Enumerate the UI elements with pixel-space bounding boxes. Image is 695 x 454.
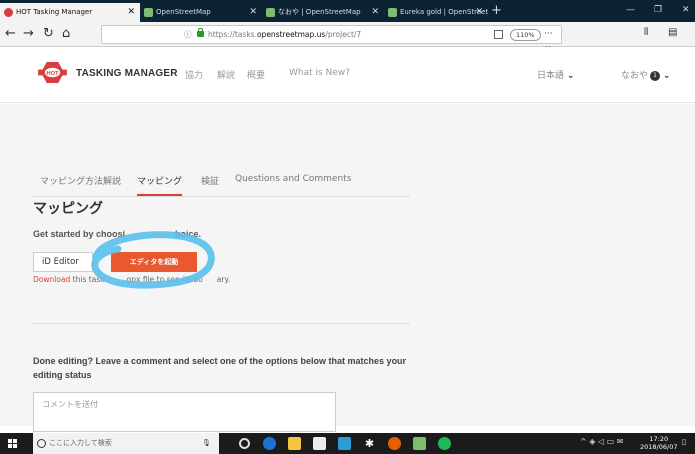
new-tab-button[interactable]: + — [491, 3, 502, 18]
download-gpx-text: Download this task gpx file to see its bo… — [33, 275, 231, 284]
language-selector[interactable]: 日本語 ⌄ — [537, 68, 574, 81]
hot-favicon-icon — [4, 8, 13, 17]
store-icon[interactable] — [313, 437, 326, 450]
close-tab-icon[interactable]: ✕ — [371, 3, 379, 22]
user-menu[interactable]: なおや 1 ⌄ — [621, 68, 670, 81]
done-editing-prompt: Done editing? Leave a comment and select… — [33, 356, 407, 380]
info-icon[interactable]: ⓘ — [184, 26, 192, 43]
tab-label: なおや | OpenStreetMap — [278, 8, 361, 16]
cortana-icon — [37, 439, 46, 448]
taskbar-search[interactable]: ここに入力して検索 🎙 — [33, 433, 219, 454]
system-tray-icons[interactable]: ^ ◈ ◁ ▭ ✉ — [580, 437, 623, 446]
maximize-icon[interactable]: ❐ — [654, 5, 662, 15]
address-bar[interactable]: ⓘ https://tasks.openstreetmap.us/project… — [101, 25, 562, 73]
clock-date: 2018/06/07 — [640, 443, 678, 451]
close-window-icon[interactable]: ✕ — [682, 5, 690, 15]
windows-taskbar: ここに入力して検索 🎙 ✱ ^ ◈ ◁ ▭ ✉ 17:20 2018/06/07… — [0, 433, 695, 454]
clock-time: 17:20 — [649, 435, 669, 443]
hot-logo-icon[interactable]: HOT — [38, 61, 67, 84]
settings-gear-icon[interactable]: ✱ — [363, 437, 376, 450]
zoom-level[interactable]: 110% — [510, 29, 541, 41]
library-icon[interactable]: ⫴ — [644, 27, 648, 38]
tab-label: HOT Tasking Manager — [16, 8, 93, 16]
tab-eureka-gold[interactable]: Eureka gold | OpenStreetMap ✕ — [384, 3, 488, 22]
section-divider — [32, 323, 410, 324]
lock-icon — [197, 28, 204, 37]
back-icon[interactable]: ← — [5, 26, 16, 42]
download-link[interactable]: Download — [33, 275, 70, 284]
reload-icon[interactable]: ↻ — [43, 26, 54, 42]
minimize-icon[interactable]: — — [626, 5, 635, 15]
app-green-icon[interactable] — [413, 437, 426, 450]
tab-validation[interactable]: 検証 — [201, 174, 219, 187]
notifications-icon[interactable]: ▯ — [682, 437, 686, 446]
start-editor-button[interactable]: エディタを起動 — [111, 252, 197, 272]
tab-label: OpenStreetMap — [156, 8, 211, 16]
tab-naoya-openstreetmap[interactable]: なおや | OpenStreetMap ✕ — [262, 3, 384, 22]
osm-favicon-icon — [388, 8, 397, 17]
spotify-icon[interactable] — [438, 437, 451, 450]
close-tab-icon[interactable]: ✕ — [127, 3, 135, 22]
tab-openstreetmap[interactable]: OpenStreetMap ✕ — [140, 3, 262, 22]
nav-contribute[interactable]: 協力 — [185, 68, 203, 81]
tab-instructions[interactable]: マッピング方法解説 — [40, 174, 121, 187]
close-tab-icon[interactable]: ✕ — [475, 3, 483, 22]
task-view-icon[interactable] — [239, 438, 250, 449]
osm-favicon-icon — [266, 8, 275, 17]
project-content: マッピング方法解説 マッピング 検証 Questions and Comment… — [0, 104, 695, 432]
close-tab-icon[interactable]: ✕ — [249, 3, 257, 22]
site-header: HOT TASKING MANAGER 協力 解説 概要 What is New… — [0, 47, 695, 103]
sidebar-icon[interactable]: ▤ — [668, 27, 677, 38]
microphone-icon: 🎙 — [202, 439, 211, 447]
nav-about[interactable]: 概要 — [247, 68, 265, 81]
brand-title[interactable]: TASKING MANAGER — [76, 68, 178, 79]
forward-icon[interactable]: → — [23, 26, 34, 42]
home-icon[interactable]: ⌂ — [62, 26, 70, 42]
edge-browser-icon[interactable] — [263, 437, 276, 450]
svg-text:HOT: HOT — [46, 71, 59, 77]
browser-tabbar: HOT Tasking Manager ✕ OpenStreetMap ✕ なお… — [0, 0, 695, 22]
url-text: https://tasks.openstreetmap.us/project/7 — [208, 30, 362, 39]
editor-select[interactable]: iD Editor — [33, 252, 93, 272]
reader-view-icon[interactable] — [494, 30, 503, 39]
app-icon[interactable] — [338, 437, 351, 450]
comment-input[interactable]: コメントを送付 — [33, 392, 336, 432]
search-placeholder: ここに入力して検索 — [49, 439, 112, 447]
browser-navbar: ← → ↻ ⌂ ⓘ https://tasks.openstreetmap.us… — [0, 22, 695, 73]
tab-questions-comments[interactable]: Questions and Comments — [235, 174, 351, 184]
notification-badge: 1 — [650, 71, 661, 81]
osm-favicon-icon — [144, 8, 153, 17]
firefox-icon[interactable] — [388, 437, 401, 450]
tab-hot-tasking-manager[interactable]: HOT Tasking Manager ✕ — [0, 3, 140, 22]
tab-mapping[interactable]: マッピング — [137, 174, 183, 196]
editor-instructions: Get started by choosi hoice. — [33, 229, 202, 239]
taskbar-clock[interactable]: 17:20 2018/06/07 — [640, 435, 677, 451]
nav-whats-new[interactable]: What is New? — [289, 68, 350, 78]
file-explorer-icon[interactable] — [288, 437, 301, 450]
chevron-down-icon: ⌄ — [566, 71, 575, 81]
nav-learn[interactable]: 解説 — [217, 68, 235, 81]
page-title: マッピング — [33, 201, 103, 217]
tabs-divider — [32, 196, 410, 197]
windows-start-icon[interactable] — [8, 439, 18, 449]
chevron-down-icon: ⌄ — [662, 71, 671, 81]
